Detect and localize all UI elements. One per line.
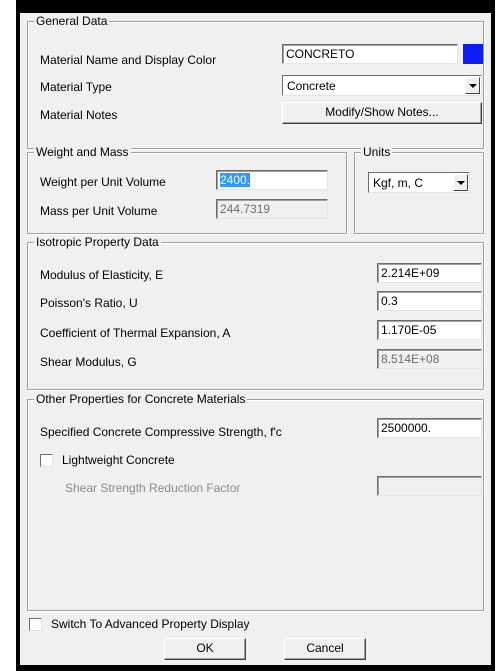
concrete-properties-title: Other Properties for Concrete Materials <box>34 392 248 406</box>
cancel-button[interactable]: Cancel <box>284 638 366 660</box>
weight-per-volume-value: 2400. <box>220 173 251 187</box>
compressive-strength-label: Specified Concrete Compressive Strength,… <box>40 425 282 439</box>
material-type-value: Concrete <box>287 79 336 93</box>
ok-button[interactable]: OK <box>164 638 246 660</box>
lightweight-concrete-checkbox[interactable] <box>40 454 53 467</box>
units-title: Units <box>361 145 393 159</box>
units-select[interactable]: Kgf, m, C <box>368 172 470 193</box>
material-notes-label: Material Notes <box>40 108 118 122</box>
modulus-input[interactable]: 2.214E+09 <box>377 263 482 283</box>
advanced-display-label[interactable]: Switch To Advanced Property Display <box>51 617 250 631</box>
material-property-dialog: General Data Material Name and Display C… <box>20 13 491 665</box>
general-data-title: General Data <box>34 14 110 28</box>
isotropic-property-title: Isotropic Property Data <box>34 235 161 249</box>
chevron-down-icon[interactable] <box>465 77 480 94</box>
thermal-expansion-label: Coefficient of Thermal Expansion, A <box>40 326 231 340</box>
modulus-label: Modulus of Elasticity, E <box>40 268 164 282</box>
mass-per-volume-field: 244.7319 <box>216 199 328 219</box>
weight-and-mass-title: Weight and Mass <box>34 145 131 159</box>
material-name-label: Material Name and Display Color <box>40 53 217 67</box>
mass-per-volume-label: Mass per Unit Volume <box>40 204 158 218</box>
units-group: Units <box>354 145 484 234</box>
poisson-label: Poisson's Ratio, U <box>40 296 138 310</box>
poisson-input[interactable]: 0.3 <box>377 291 482 311</box>
shear-modulus-label: Shear Modulus, G <box>40 355 137 369</box>
thermal-expansion-input[interactable]: 1.170E-05 <box>377 320 482 340</box>
shear-modulus-field: 8.514E+08 <box>377 349 482 369</box>
shear-reduction-label: Shear Strength Reduction Factor <box>65 481 241 495</box>
lightweight-concrete-label[interactable]: Lightweight Concrete <box>62 453 175 467</box>
modify-show-notes-button[interactable]: Modify/Show Notes... <box>282 102 482 124</box>
shear-reduction-field <box>377 476 482 496</box>
compressive-strength-input[interactable]: 2500000. <box>377 418 482 438</box>
material-type-label: Material Type <box>40 80 112 94</box>
material-type-select[interactable]: Concrete <box>282 75 482 96</box>
units-value: Kgf, m, C <box>373 176 424 190</box>
weight-per-volume-input[interactable]: 2400. <box>216 170 328 190</box>
weight-per-volume-label: Weight per Unit Volume <box>40 175 166 189</box>
chevron-down-icon[interactable] <box>453 174 468 191</box>
weight-and-mass-group: Weight and Mass <box>27 145 347 234</box>
material-name-input[interactable]: CONCRETO <box>282 44 458 64</box>
advanced-display-checkbox[interactable] <box>29 618 42 631</box>
display-color-swatch[interactable] <box>463 44 483 64</box>
